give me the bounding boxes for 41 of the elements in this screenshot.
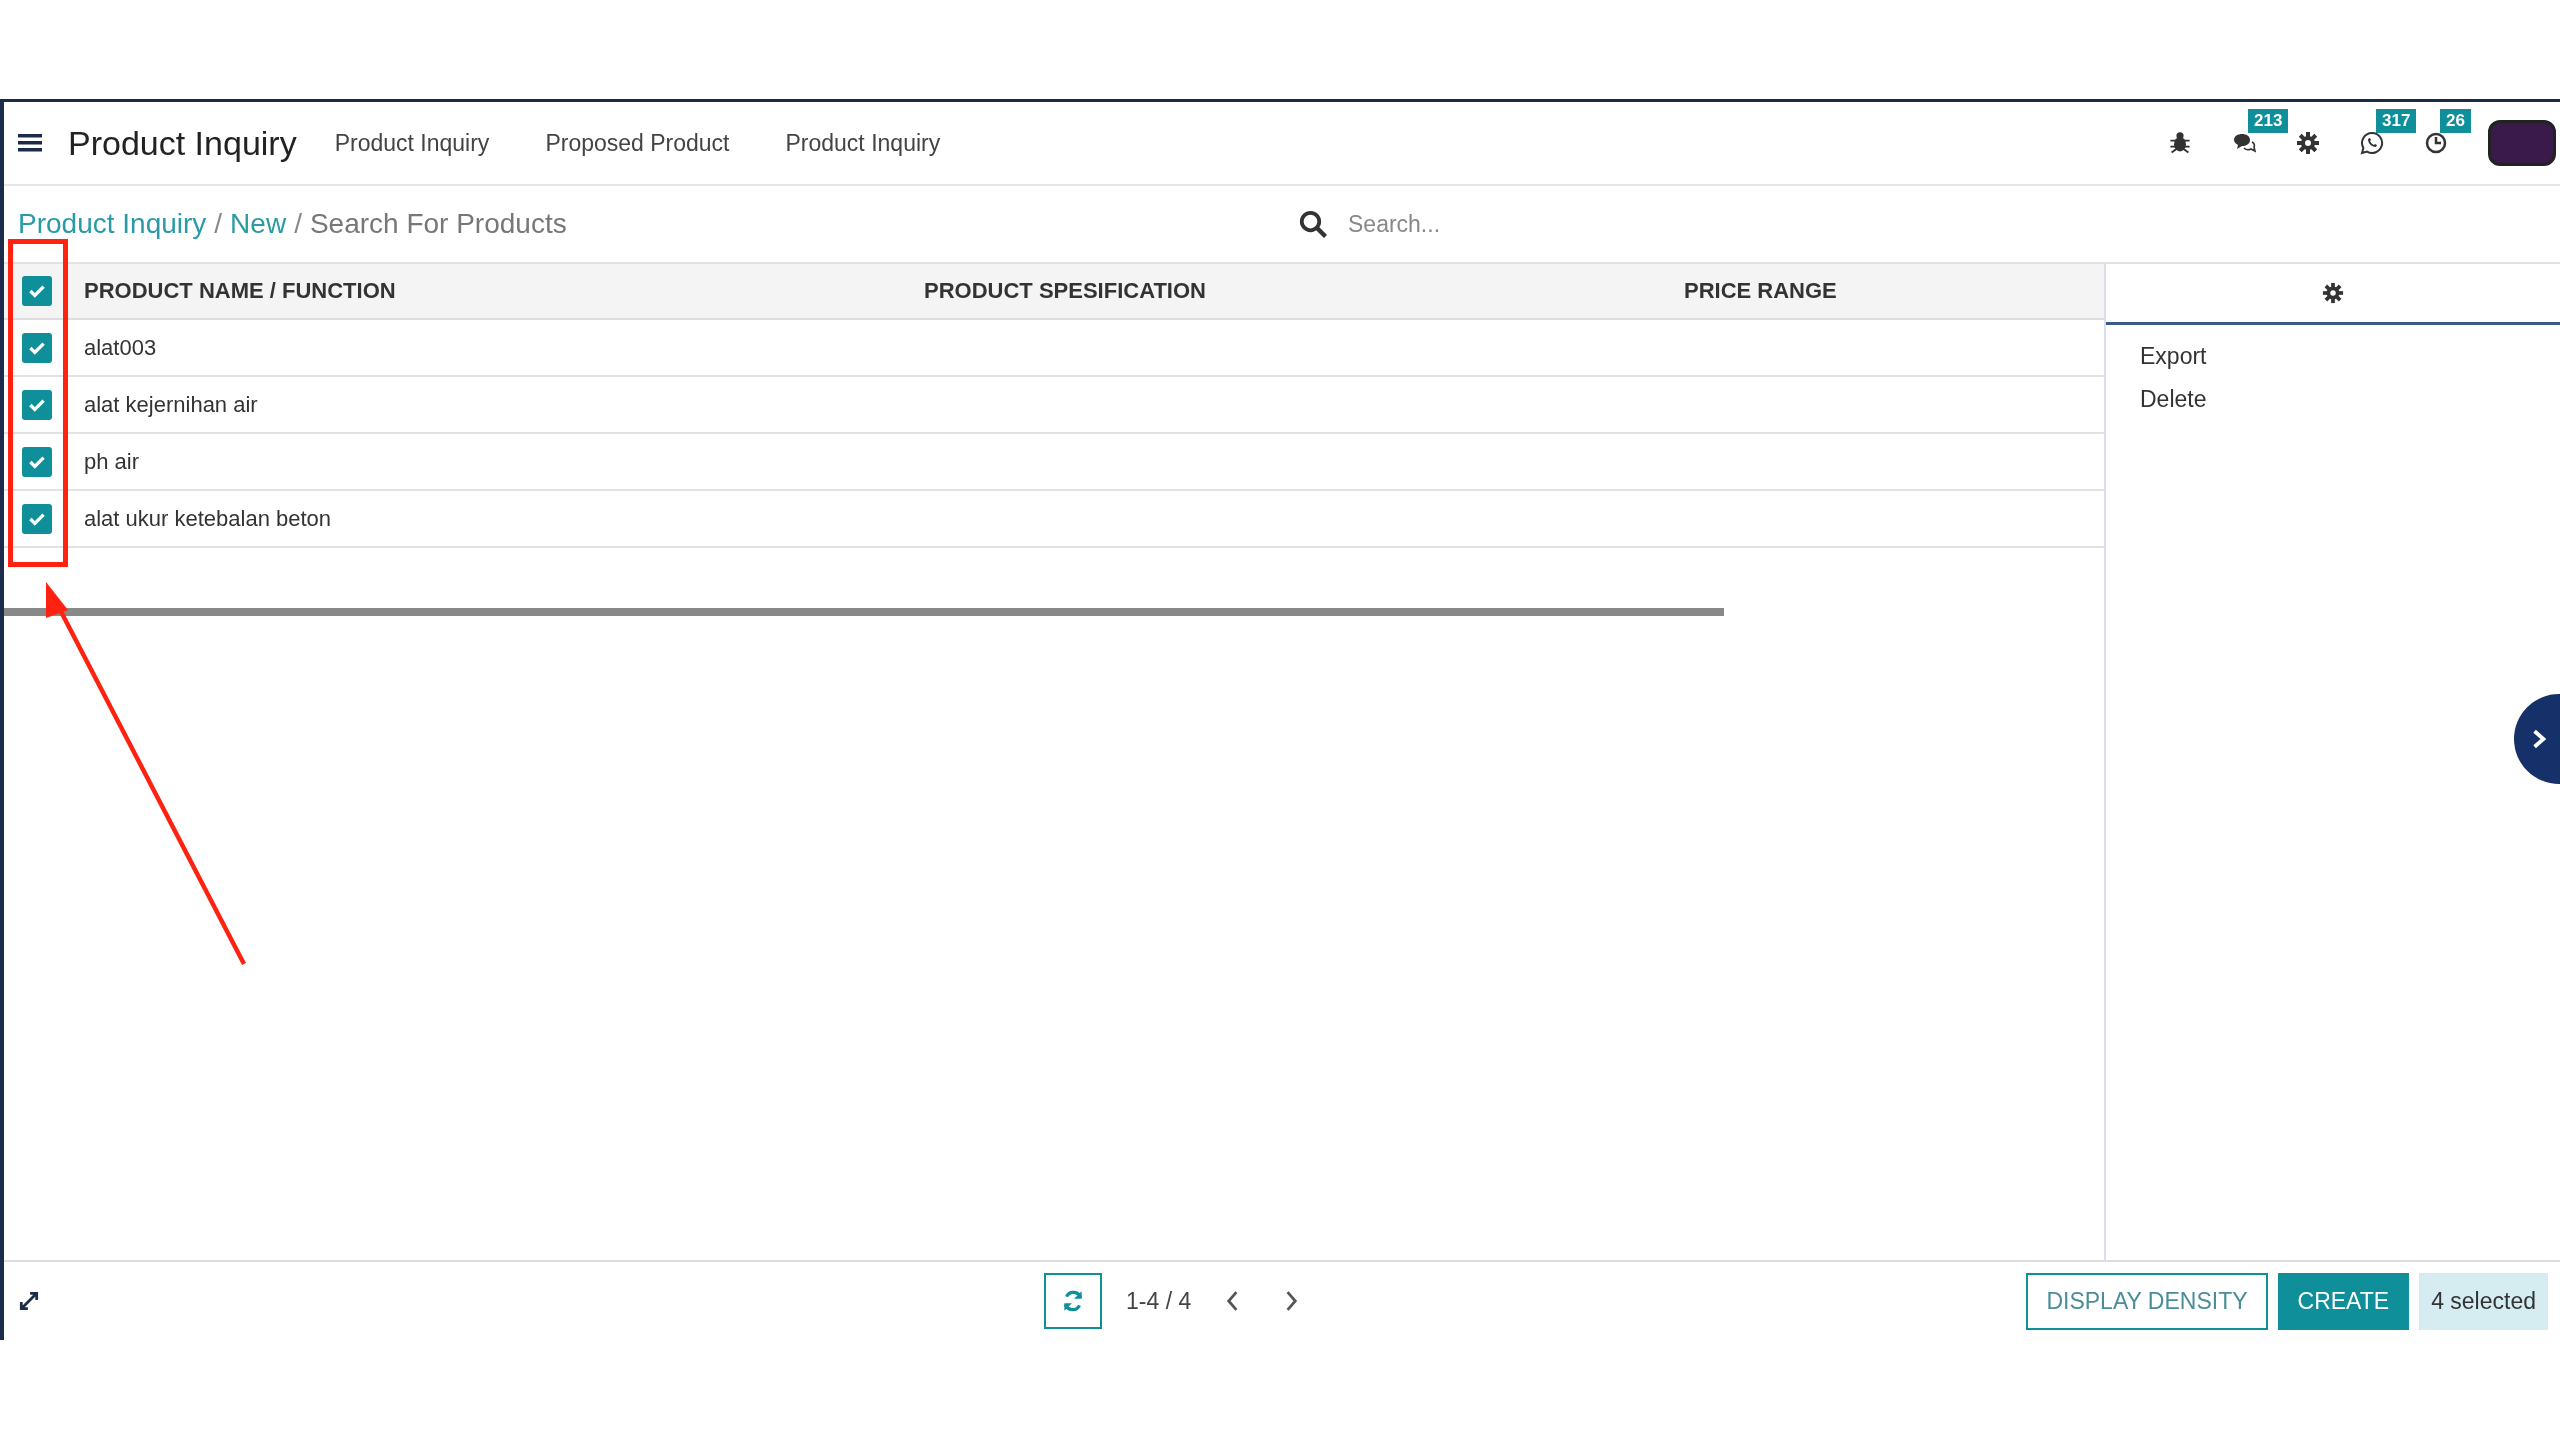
notification-badge: 213 bbox=[2248, 109, 2289, 133]
expand-icon[interactable] bbox=[18, 1290, 40, 1312]
action-menu-item[interactable]: Delete bbox=[2140, 386, 2526, 413]
menu-icon[interactable] bbox=[18, 133, 42, 153]
clock-icon[interactable] bbox=[2424, 131, 2448, 155]
pager-value: 1-4 / 4 bbox=[1126, 1287, 1192, 1315]
next-icon[interactable] bbox=[1285, 1290, 1300, 1312]
breadcrumb-separator: / bbox=[294, 208, 302, 240]
action-menu-item[interactable]: Export bbox=[2140, 343, 2526, 370]
select-all-checkbox[interactable] bbox=[22, 276, 52, 306]
settings-icon[interactable] bbox=[2322, 282, 2344, 304]
row-checkbox[interactable] bbox=[22, 503, 52, 534]
notification-badge: 317 bbox=[2376, 109, 2417, 133]
column-header[interactable]: PRICE RANGE bbox=[1684, 278, 1837, 304]
row-checkbox[interactable] bbox=[22, 389, 52, 420]
create-button[interactable]: CREATE bbox=[2277, 1272, 2410, 1330]
row-checkbox[interactable] bbox=[22, 446, 52, 477]
phone-chat-icon[interactable] bbox=[2360, 131, 2384, 155]
previous-icon[interactable] bbox=[1225, 1290, 1240, 1312]
app-title: Product Inquiry bbox=[68, 123, 297, 163]
nav-menu-item[interactable]: Product Inquiry bbox=[334, 129, 490, 157]
chat-icon[interactable] bbox=[2232, 131, 2256, 155]
selection-count: 4 selected bbox=[2419, 1272, 2548, 1330]
row-checkbox[interactable] bbox=[22, 332, 52, 363]
table-cell: alat kejernihan air bbox=[84, 391, 258, 418]
nav-menu-item[interactable]: Proposed Product bbox=[545, 129, 730, 157]
column-header[interactable]: PRODUCT SPESIFICATION bbox=[924, 278, 1684, 304]
breadcrumb-separator: / bbox=[214, 208, 223, 240]
search-icon[interactable] bbox=[1298, 209, 1328, 239]
table-cell: ph air bbox=[84, 448, 140, 475]
display-density-button[interactable]: DISPLAY DENSITY bbox=[2026, 1272, 2268, 1330]
bug-icon[interactable] bbox=[2168, 131, 2192, 155]
photo-placeholder[interactable] bbox=[2488, 120, 2556, 166]
notification-badge: 26 bbox=[2440, 109, 2471, 133]
table-cell: alat003 bbox=[84, 334, 157, 361]
column-header[interactable]: PRODUCT NAME / FUNCTION bbox=[84, 278, 924, 304]
nav-menu-item[interactable]: Product Inquiry bbox=[785, 129, 941, 157]
breadcrumb-current: Search For Products bbox=[309, 208, 567, 240]
refresh-button[interactable] bbox=[1044, 1273, 1102, 1329]
table-cell: alat ukur ketebalan beton bbox=[84, 505, 332, 532]
scrollbar[interactable] bbox=[4, 608, 1724, 616]
